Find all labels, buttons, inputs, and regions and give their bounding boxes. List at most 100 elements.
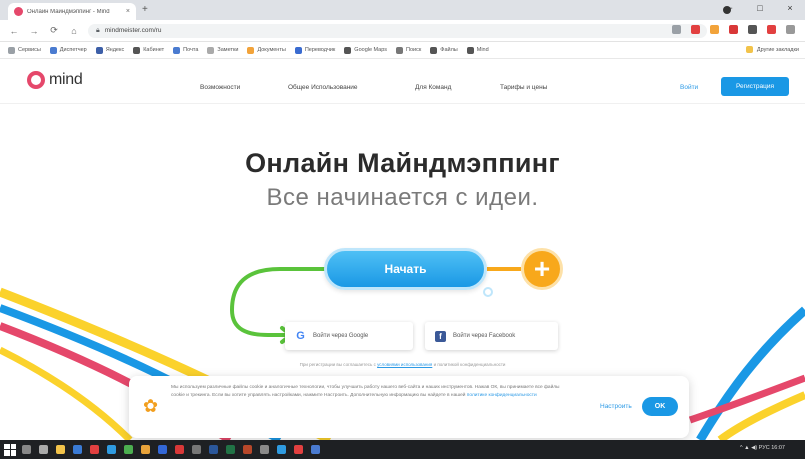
extension-icon[interactable] [729,25,738,34]
site-header: mind Возможности Общее Использование Для… [0,60,805,104]
bookmark-item[interactable]: Диспетчер [49,46,87,54]
bookmark-icon [49,46,57,54]
app-icon[interactable] [243,445,252,454]
register-button[interactable]: Регистрация [721,77,789,96]
task-view-icon[interactable] [39,445,48,454]
folder-icon [745,46,753,53]
bookmark-icon [294,46,302,54]
app-icon[interactable] [73,445,82,454]
privacy-link[interactable]: политике конфиденциальности [467,393,537,398]
cookie-settings-link[interactable]: Настроить [600,403,632,410]
hero-subtitle: Все начинается с идеи. [266,184,539,211]
bookmark-item[interactable]: Сервисы [8,46,41,54]
facebook-icon: f [435,330,446,342]
google-login-button[interactable]: G Войти через Google [285,322,413,350]
nav-item-teams[interactable]: Для Команд [415,84,451,91]
taskbar-apps [22,445,320,454]
bookmark-icon [466,46,474,54]
minimize-button[interactable]: − [723,3,737,13]
bookmark-item[interactable]: Файлы [430,46,458,54]
tab-title: Онлайн Майндмэппинг - Mind [27,8,110,15]
app-icon[interactable] [277,445,286,454]
favicon-icon [14,7,23,16]
url-text: mindmeister.com/ru [104,27,162,34]
bookmark-item[interactable]: Почта [173,46,198,54]
legal-note: При регистрации вы соглашаетесь с услови… [299,362,506,367]
cookie-icon: ✿ [143,396,159,416]
bookmark-item[interactable]: Mind [466,46,489,54]
app-icon[interactable] [226,445,235,454]
app-icon[interactable] [260,445,269,454]
close-window-button[interactable]: × [783,3,797,13]
extension-icon[interactable] [767,25,776,34]
search-icon[interactable] [22,445,31,454]
nav-item-features[interactable]: Возможности [200,84,240,91]
nav-item-use-cases[interactable]: Общее Использование [288,84,358,91]
login-link[interactable]: Войти [680,84,698,91]
bookmark-icon [247,46,255,54]
extension-icon[interactable] [710,25,719,34]
other-bookmarks[interactable]: Другие закладки [745,46,799,53]
app-icon[interactable] [107,445,116,454]
browser-tab[interactable]: Онлайн Майндмэппинг - Mind × [8,3,136,20]
bookmark-item[interactable]: Поиск [396,46,421,54]
lock-icon: 🔒︎ [96,26,100,34]
extension-icons [672,25,795,34]
apps-icon [8,46,15,54]
app-window: Онлайн Майндмэппинг - Mind × + − □ × ← →… [0,0,805,459]
nav-item-pricing[interactable]: Тарифы и цены [500,84,547,91]
bookmark-icon [173,46,181,54]
window-controls: − □ × [723,3,797,13]
bookmark-icon [430,46,438,54]
star-icon[interactable] [672,25,681,34]
back-arrow-icon[interactable]: ← [8,26,20,36]
plus-icon[interactable]: + [521,248,563,290]
bookmark-icon [344,46,352,54]
windows-start-icon[interactable] [4,443,16,456]
bookmark-item[interactable]: Яндекс [95,46,124,54]
maximize-button[interactable]: □ [753,3,767,13]
address-bar[interactable]: 🔒︎ mindmeister.com/ru [88,23,707,38]
bookmark-item[interactable]: Кабинет [133,46,164,54]
bookmark-icon [133,46,141,54]
new-tab-button[interactable]: + [142,4,148,15]
hero-title: Онлайн Майндмэппинг [245,148,560,178]
terms-link[interactable]: условиями использования [377,362,432,367]
home-icon[interactable]: ⌂ [68,26,80,36]
system-tray[interactable]: ^ ▲ ◀) РУС 16:07 [740,445,785,451]
app-icon[interactable] [124,445,133,454]
app-icon[interactable] [175,445,184,454]
app-icon[interactable] [311,445,320,454]
facebook-login-label: Войти через Facebook [453,333,516,339]
extension-icon[interactable] [748,25,757,34]
start-button[interactable]: Начать [324,248,487,290]
app-icon[interactable] [192,445,201,454]
browser-tabstrip: Онлайн Майндмэппинг - Mind × + − □ × [0,0,805,20]
bookmark-item[interactable]: Переводчик [294,46,335,54]
folder-icon[interactable] [56,445,65,454]
bookmark-icon [95,46,103,54]
facebook-login-button[interactable]: f Войти через Facebook [425,322,558,350]
app-icon[interactable] [90,445,99,454]
bookmark-icon [396,46,404,54]
app-icon[interactable] [141,445,150,454]
cookie-text: Мы используем различные файлы cookie и а… [171,385,560,398]
app-icon[interactable] [209,445,218,454]
cookie-ok-button[interactable]: OK [642,397,678,416]
app-icon[interactable] [294,445,303,454]
app-icon[interactable] [158,445,167,454]
bookmark-item[interactable]: Документы [247,46,286,54]
logo-icon [27,71,45,89]
forward-arrow-icon[interactable]: → [28,26,40,36]
bookmark-item[interactable]: Заметки [207,46,238,54]
site-logo[interactable]: mind [27,71,83,89]
extension-icon[interactable] [691,25,700,34]
menu-icon[interactable] [786,25,795,34]
bookmark-item[interactable]: Google Maps [344,46,387,54]
google-login-label: Войти через Google [313,333,369,339]
bookmark-icon [207,46,215,54]
close-icon[interactable]: × [126,8,130,15]
google-icon: G [296,330,305,342]
reload-icon[interactable]: ⟳ [48,25,60,36]
logo-text: mind [49,71,83,88]
